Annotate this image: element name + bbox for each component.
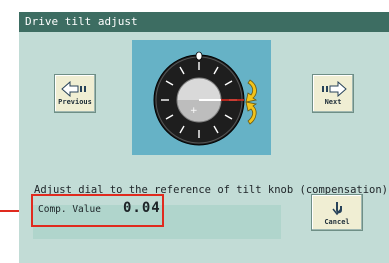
- window-title: Drive tilt adjust: [19, 12, 389, 32]
- arrow-left-icon: [61, 81, 86, 97]
- comp-value-label: Comp. Value: [38, 204, 101, 215]
- previous-button[interactable]: Previous: [54, 74, 96, 113]
- cancel-label: Cancel: [324, 217, 350, 226]
- tilt-dial-icon: +: [153, 51, 245, 146]
- arrow-right-icon: [322, 81, 347, 97]
- svg-text:+: +: [190, 106, 198, 116]
- dial-display: +: [132, 40, 271, 155]
- return-arrow-icon: [332, 201, 342, 215]
- comp-value: 0.04: [123, 200, 161, 216]
- rotate-arrows-icon: [245, 79, 258, 125]
- next-label: Next: [324, 98, 342, 106]
- next-button[interactable]: Next: [312, 74, 354, 113]
- cancel-button[interactable]: Cancel: [311, 194, 363, 231]
- previous-label: Previous: [58, 98, 92, 106]
